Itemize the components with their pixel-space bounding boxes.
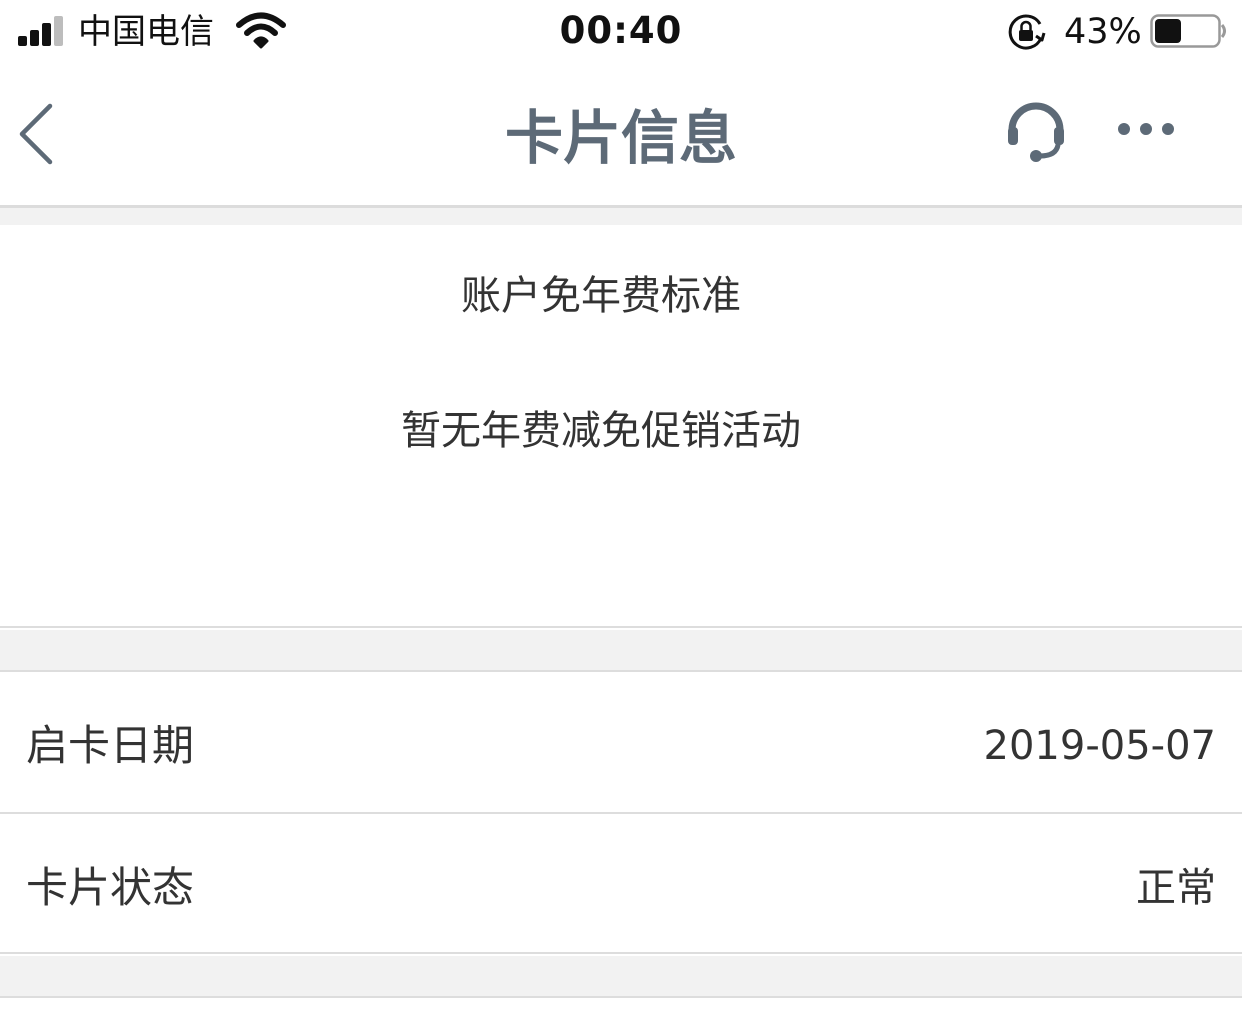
fee-exemption-description: 暂无年费减免促销活动 bbox=[401, 408, 801, 454]
card-status-value: 正常 bbox=[1136, 865, 1216, 911]
battery-icon bbox=[1150, 14, 1226, 48]
rotation-lock-icon bbox=[1008, 14, 1046, 50]
signal-icon bbox=[18, 16, 66, 46]
content-area bbox=[0, 1000, 1242, 1035]
battery-percent: 43% bbox=[1064, 12, 1142, 52]
carrier-name: 中国电信 bbox=[78, 12, 214, 52]
headset-icon[interactable] bbox=[1000, 100, 1072, 166]
section-separator bbox=[0, 630, 1242, 672]
activation-date-value: 2019-05-07 bbox=[983, 723, 1216, 769]
card-status-row: 卡片状态 正常 bbox=[0, 816, 1242, 954]
fee-exemption-title: 账户免年费标准 bbox=[461, 273, 741, 319]
status-bar: 中国电信 00:40 43% bbox=[0, 0, 1242, 66]
more-dots-icon[interactable] bbox=[1110, 110, 1182, 150]
activation-date-row: 启卡日期 2019-05-07 bbox=[0, 674, 1242, 814]
section-separator bbox=[0, 208, 1242, 225]
nav-bar: 卡片信息 bbox=[0, 66, 1242, 208]
back-chevron-icon[interactable] bbox=[14, 96, 70, 174]
wifi-icon bbox=[236, 12, 286, 49]
fee-exemption-section: 账户免年费标准 暂无年费减免促销活动 bbox=[0, 225, 1242, 628]
section-separator bbox=[0, 956, 1242, 998]
card-status-label: 卡片状态 bbox=[26, 863, 195, 912]
activation-date-label: 启卡日期 bbox=[26, 721, 195, 770]
